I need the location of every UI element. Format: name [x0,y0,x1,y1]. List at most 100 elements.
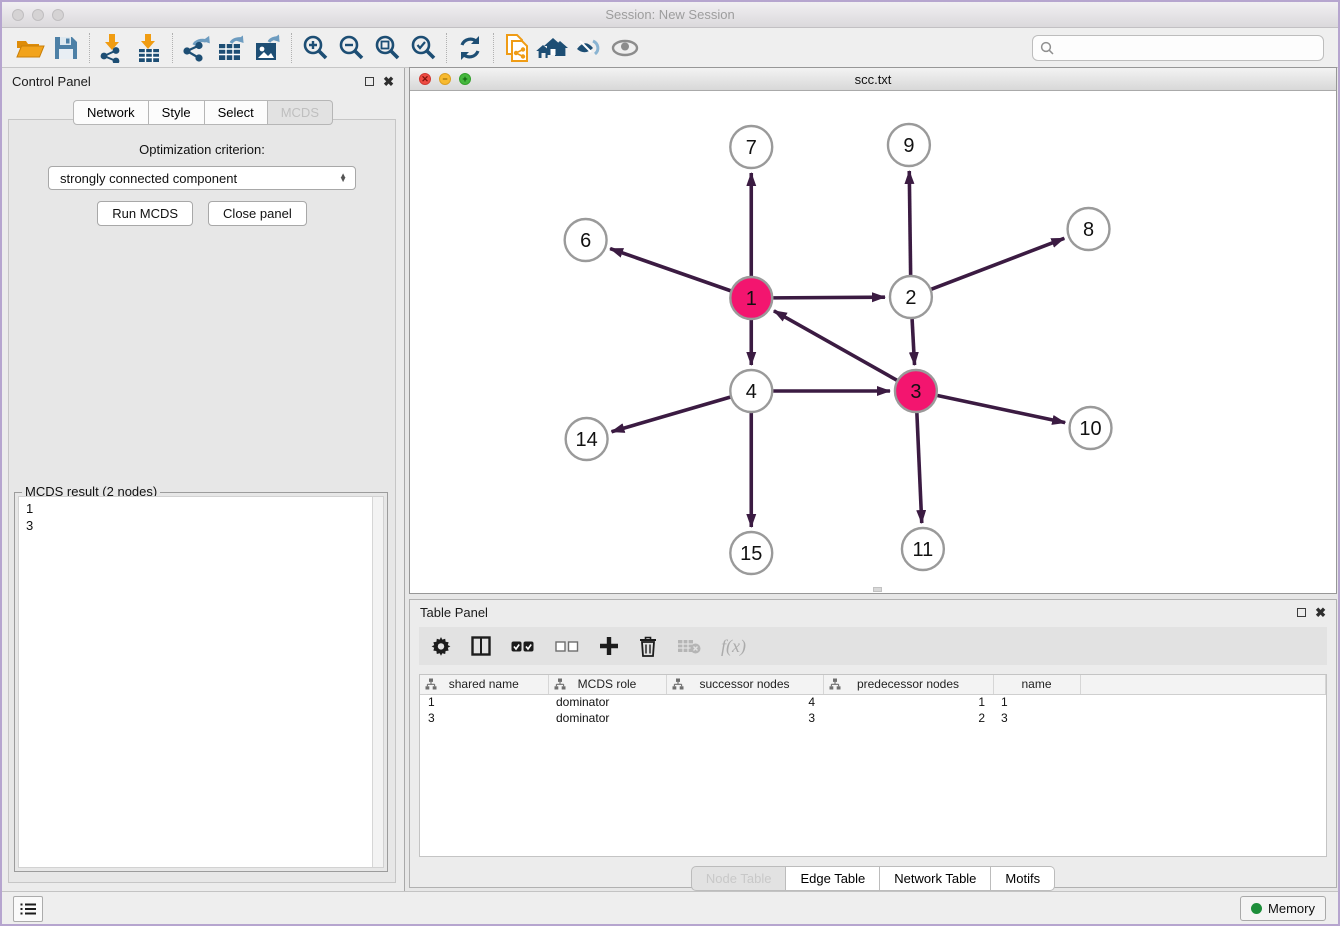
deselect-all-icon[interactable] [555,631,579,661]
run-mcds-button[interactable]: Run MCDS [97,201,193,226]
zoom-selected-icon[interactable] [405,31,441,65]
table-options-gear-icon[interactable] [431,631,451,661]
graph-edge[interactable] [774,311,897,380]
graph-node[interactable]: 1 [730,277,772,319]
graph-node-label: 9 [903,135,914,157]
cell-successor-nodes[interactable]: 4 [666,694,823,710]
control-panel: Control Panel ✖ Network Style Select MCD… [2,68,405,891]
graph-node[interactable]: 3 [895,370,937,412]
graph-node[interactable]: 4 [730,370,772,412]
select-all-icon[interactable] [511,631,535,661]
create-column-plus-icon[interactable] [599,631,619,661]
graph-edge[interactable] [612,397,731,432]
toolbar-separator [446,33,447,63]
mcds-result-textarea[interactable]: 1 3 [18,496,384,868]
column-header-name[interactable]: name [993,675,1080,694]
new-network-from-selection-icon[interactable] [499,31,535,65]
tab-motifs[interactable]: Motifs [991,866,1055,891]
column-header-predecessor-nodes[interactable]: predecessor nodes [823,675,993,694]
float-panel-icon[interactable] [365,77,374,86]
criterion-dropdown[interactable]: strongly connected component ▲▼ [48,166,356,190]
cell-shared-name[interactable]: 3 [420,710,548,726]
tab-network-table[interactable]: Network Table [880,866,991,891]
memory-button[interactable]: Memory [1240,896,1326,921]
close-table-panel-icon[interactable]: ✖ [1315,606,1326,619]
graph-node[interactable]: 9 [888,124,930,166]
cell-successor-nodes[interactable]: 3 [666,710,823,726]
tab-network[interactable]: Network [73,100,149,125]
save-session-icon[interactable] [48,31,84,65]
graph-edge[interactable] [931,238,1064,289]
graph-edge[interactable] [610,249,730,291]
titlebar: Session: New Session [2,2,1338,28]
right-area: ✕ − + scc.txt 7968124314101511 [409,68,1338,891]
memory-status-icon [1251,903,1262,914]
status-bar: Memory [2,891,1338,924]
export-image-icon[interactable] [250,31,286,65]
graph-edge[interactable] [912,319,914,365]
network-window-titlebar: ✕ − + scc.txt [410,68,1336,91]
graph-node-label: 4 [746,381,757,403]
show-graphics-details-icon[interactable] [571,31,607,65]
delete-table-icon[interactable] [677,631,701,661]
close-panel-button[interactable]: Close panel [208,201,307,226]
control-panel-tabs: Network Style Select MCDS [2,100,404,125]
graph-node[interactable]: 2 [890,276,932,318]
zoom-out-icon[interactable] [333,31,369,65]
graph-node[interactable]: 8 [1068,208,1110,250]
graph-node[interactable]: 14 [566,418,608,460]
delete-column-trash-icon[interactable] [639,631,657,661]
search-input[interactable] [1054,40,1323,55]
cell-name[interactable]: 1 [993,694,1080,710]
tab-node-table[interactable]: Node Table [691,866,787,891]
graph-edge[interactable] [917,413,922,523]
graph-node[interactable]: 10 [1070,407,1112,449]
cell-shared-name[interactable]: 1 [420,694,548,710]
tab-style[interactable]: Style [149,100,205,125]
float-table-panel-icon[interactable] [1297,608,1306,617]
graph-node[interactable]: 7 [730,126,772,168]
cell-predecessor-nodes[interactable]: 1 [823,694,993,710]
network-graph-canvas[interactable]: 7 9 6 8 1 2 4 3 14 10 15 11 [410,91,1336,592]
export-network-icon[interactable] [178,31,214,65]
graph-node-label: 11 [913,539,934,561]
graph-node[interactable]: 6 [565,219,607,261]
task-history-button[interactable] [13,896,43,922]
tab-edge-table[interactable]: Edge Table [786,866,880,891]
export-table-icon[interactable] [214,31,250,65]
splitter-grip[interactable] [873,587,882,592]
cell-mcds-role[interactable]: dominator [548,710,666,726]
tab-select[interactable]: Select [205,100,268,125]
search-field[interactable] [1032,35,1324,61]
graph-node[interactable]: 11 [902,528,944,570]
import-network-icon[interactable] [95,31,131,65]
column-header-mcds-role[interactable]: MCDS role [548,675,666,694]
zoom-fit-icon[interactable] [369,31,405,65]
mcds-panel: Optimization criterion: strongly connect… [8,119,396,883]
tab-mcds[interactable]: MCDS [268,100,333,125]
function-builder-icon[interactable]: f(x) [721,631,746,661]
graph-edge[interactable] [937,396,1065,423]
table-row[interactable]: 1 dominator 4 1 1 [420,694,1326,710]
show-hide-eye-icon[interactable] [607,31,643,65]
graph-node[interactable]: 15 [730,532,772,574]
graph-node-label: 15 [740,543,762,565]
table-row[interactable]: 3 dominator 3 2 3 [420,710,1326,726]
open-session-icon[interactable] [12,31,48,65]
graph-edge[interactable] [773,297,885,298]
zoom-in-icon[interactable] [297,31,333,65]
result-scrollbar[interactable] [372,497,383,867]
close-panel-icon[interactable]: ✖ [383,75,394,88]
graph-edge[interactable] [909,171,910,275]
table-toolbar: f(x) [419,627,1327,665]
column-header-successor-nodes[interactable]: successor nodes [666,675,823,694]
criterion-value: strongly connected component [60,171,339,186]
cell-mcds-role[interactable]: dominator [548,694,666,710]
column-header-shared-name[interactable]: shared name [420,675,548,694]
cell-name[interactable]: 3 [993,710,1080,726]
import-table-icon[interactable] [131,31,167,65]
cell-predecessor-nodes[interactable]: 2 [823,710,993,726]
refresh-icon[interactable] [452,31,488,65]
show-columns-icon[interactable] [471,631,491,661]
first-neighbors-icon[interactable] [535,31,571,65]
